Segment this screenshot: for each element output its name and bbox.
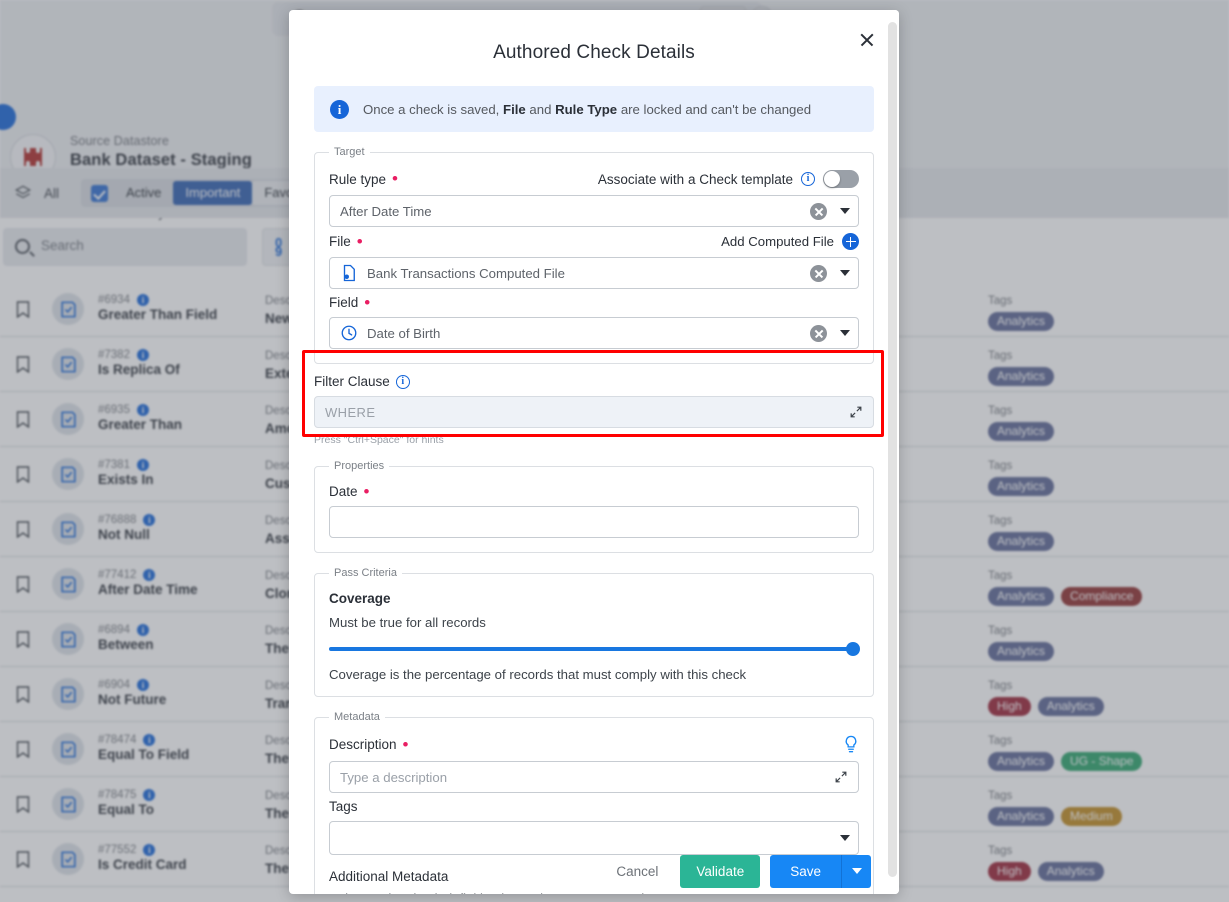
associate-template-label: Associate with a Check template	[597, 171, 793, 187]
coverage-state-text: Must be true for all records	[329, 615, 486, 630]
file-value: Bank Transactions Computed File	[367, 265, 565, 281]
lightbulb-icon[interactable]	[843, 735, 859, 754]
save-button[interactable]: Save	[770, 854, 841, 888]
clear-icon[interactable]	[810, 324, 827, 342]
rule-type-row: Rule type • Associate with a Check templ…	[329, 170, 859, 188]
tags-label: Tags	[329, 799, 358, 814]
banner-middle: and	[529, 101, 552, 117]
description-placeholder: Type a description	[340, 769, 448, 785]
pass-criteria-group: Pass Criteria Coverage Must be true for …	[314, 567, 874, 697]
add-computed-file-button[interactable]: Add Computed File	[721, 233, 859, 250]
expand-icon[interactable]	[849, 405, 863, 419]
banner-prefix: Once a check is saved,	[363, 101, 500, 117]
properties-legend: Properties	[334, 460, 385, 472]
dialog-title: Authored Check Details	[493, 42, 695, 63]
target-group: Target Rule type • Associate with a Chec…	[314, 146, 874, 364]
tags-row: Tags	[329, 799, 859, 814]
associate-template-toggle[interactable]	[823, 170, 859, 188]
add-computed-file-label: Add Computed File	[721, 234, 834, 249]
chevron-down-icon[interactable]	[840, 835, 850, 841]
plus-circle-icon[interactable]	[842, 233, 859, 250]
dialog-scrollbar-thumb[interactable]	[888, 22, 897, 877]
validate-button[interactable]: Validate	[680, 854, 761, 888]
clear-icon[interactable]	[810, 264, 827, 282]
required-marker: •	[363, 481, 370, 501]
date-row: Date •	[329, 481, 859, 501]
filter-clause-label-wrap: Filter Clause i	[314, 374, 874, 389]
description-label: Description	[329, 737, 397, 752]
filter-clause-placeholder: WHERE	[325, 404, 376, 420]
field-row: Field •	[329, 292, 859, 312]
modal-overlay: Authored Check Details i Once a check is…	[0, 0, 1229, 902]
expand-icon[interactable]	[834, 770, 848, 784]
coverage-title: Coverage	[329, 591, 391, 606]
required-marker: •	[356, 231, 363, 251]
metadata-legend: Metadata	[334, 711, 380, 723]
field-select[interactable]: Date of Birth	[329, 317, 859, 349]
rule-type-label-wrap: Rule type •	[329, 169, 398, 188]
rule-type-value: After Date Time	[340, 203, 432, 219]
file-select[interactable]: Bank Transactions Computed File	[329, 257, 859, 289]
info-icon[interactable]: i	[801, 172, 815, 186]
description-input[interactable]: Type a description	[329, 761, 859, 793]
required-marker: •	[402, 734, 409, 754]
required-marker: •	[392, 169, 398, 188]
clock-icon	[341, 325, 357, 341]
date-label: Date	[329, 484, 358, 499]
field-label-wrap: Field •	[329, 292, 371, 312]
dialog-footer: Cancel Validate Save	[289, 848, 885, 894]
date-label-wrap: Date •	[329, 481, 370, 501]
banner-suffix: are locked and can't be changed	[620, 101, 812, 117]
required-marker: •	[364, 292, 371, 312]
save-button-group: Save	[770, 854, 871, 888]
filter-clause-input[interactable]: WHERE	[314, 396, 874, 428]
file-label: File	[329, 234, 351, 249]
save-options-chevron-down-icon[interactable]	[841, 854, 871, 888]
date-input[interactable]	[329, 506, 859, 538]
filter-clause-block: Filter Clause i WHERE Press "Ctrl+Space"…	[314, 374, 874, 446]
cancel-button[interactable]: Cancel	[604, 857, 670, 886]
file-label-wrap: File •	[329, 231, 363, 251]
coverage-slider[interactable]	[329, 642, 860, 656]
info-banner-text: Once a check is saved, File and Rule Typ…	[363, 102, 811, 117]
rule-type-label: Rule type	[329, 171, 387, 187]
pass-criteria-legend: Pass Criteria	[334, 567, 397, 579]
banner-bold-file: File	[503, 101, 526, 117]
properties-group: Properties Date •	[314, 460, 874, 553]
info-banner: i Once a check is saved, File and Rule T…	[314, 86, 874, 132]
field-label: Field	[329, 295, 359, 310]
target-legend: Target	[334, 146, 365, 158]
info-icon[interactable]: i	[395, 374, 410, 389]
filter-clause-label: Filter Clause	[314, 374, 390, 389]
chevron-down-icon[interactable]	[840, 330, 850, 336]
associate-template-row: Associate with a Check template i	[598, 170, 859, 188]
coverage-note: Coverage is the percentage of records th…	[329, 667, 747, 682]
coverage-slider-knob[interactable]	[846, 642, 860, 656]
info-icon: i	[330, 99, 349, 119]
clear-icon[interactable]	[810, 202, 827, 220]
coverage-slider-track	[329, 647, 859, 651]
description-row: Description •	[329, 735, 859, 754]
authored-check-details-dialog: Authored Check Details i Once a check is…	[289, 10, 899, 894]
filter-clause-hint: Press "Ctrl+Space" for hints	[314, 434, 444, 446]
close-icon[interactable]	[857, 30, 877, 50]
banner-bold-ruletype: Rule Type	[555, 101, 618, 117]
rule-type-select[interactable]: After Date Time	[329, 195, 859, 227]
chevron-down-icon[interactable]	[840, 270, 850, 276]
file-row: File • Add Computed File	[329, 233, 859, 250]
chevron-down-icon[interactable]	[840, 208, 850, 214]
computed-file-icon	[343, 264, 355, 282]
field-value: Date of Birth	[367, 325, 441, 341]
dialog-scrollbar[interactable]	[885, 10, 899, 894]
description-label-wrap: Description •	[329, 734, 409, 754]
